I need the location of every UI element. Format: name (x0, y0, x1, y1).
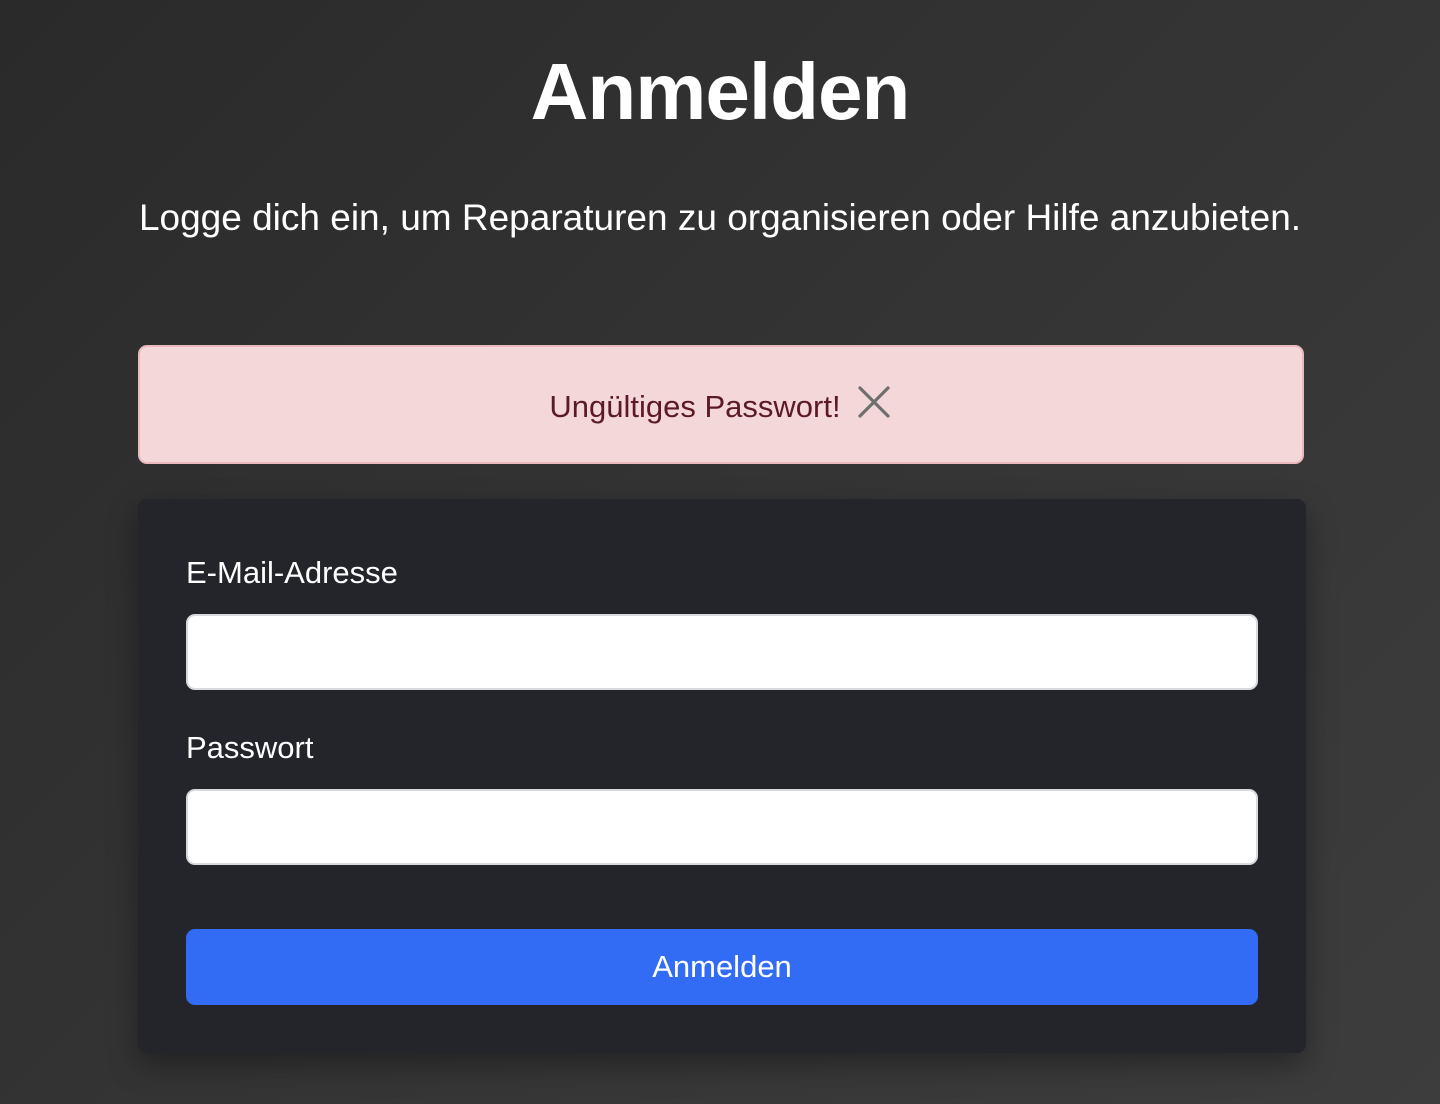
login-button[interactable]: Anmelden (186, 929, 1258, 1005)
page-subtitle: Logge dich ein, um Reparaturen zu organi… (138, 197, 1302, 238)
email-label: E-Mail-Adresse (186, 555, 398, 590)
password-field[interactable] (186, 789, 1258, 865)
close-icon-graphic (857, 385, 890, 418)
page-title: Anmelden (530, 47, 911, 136)
alert-message: Ungültiges Passwort! (549, 388, 841, 424)
close-icon[interactable] (855, 383, 893, 421)
login-form: E-Mail-Adresse Passwort Anmelden (138, 499, 1306, 1053)
error-alert: Ungültiges Passwort! (138, 345, 1304, 464)
email-field[interactable] (186, 614, 1258, 690)
password-label: Passwort (186, 730, 314, 765)
